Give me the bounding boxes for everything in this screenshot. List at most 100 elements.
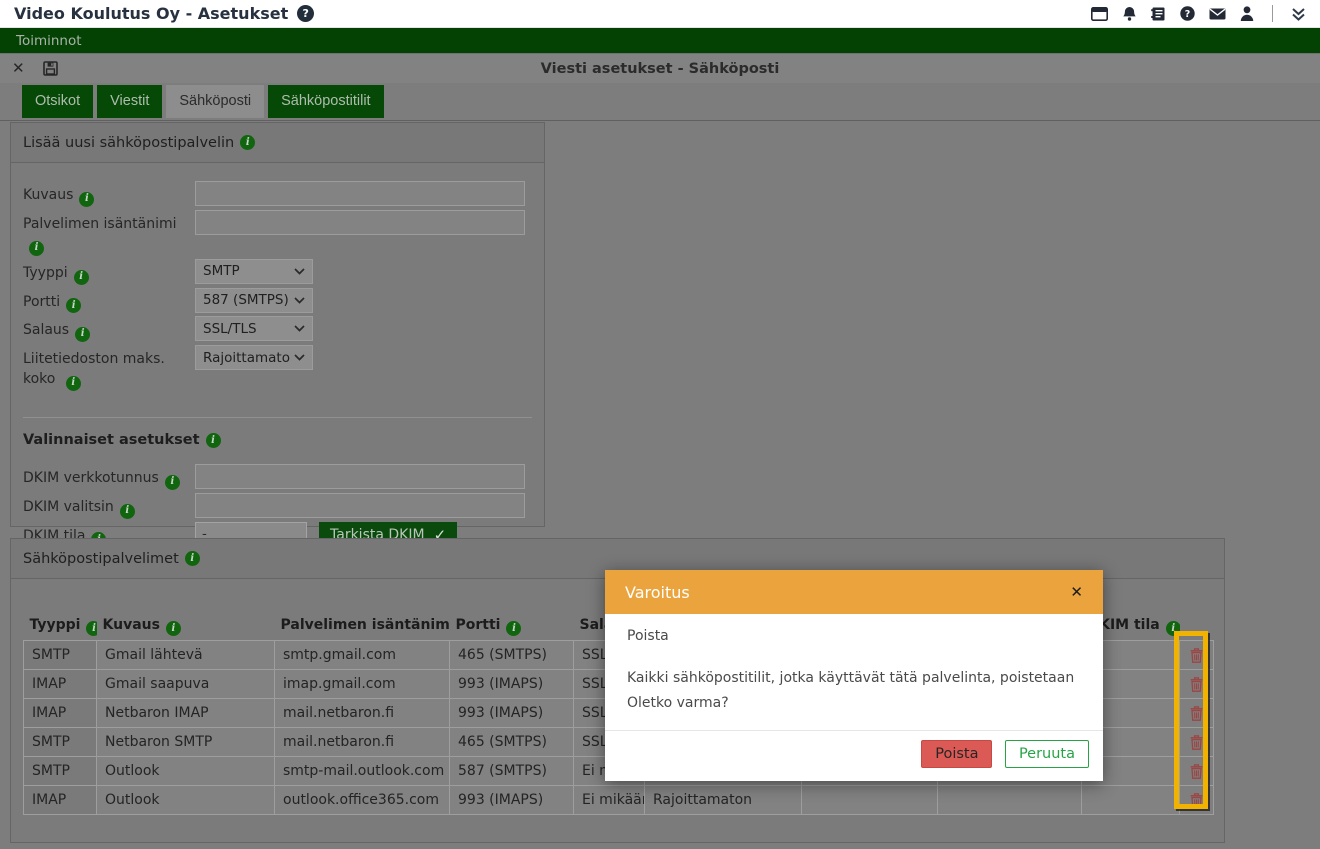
tab-otsikot[interactable]: Otsikot: [22, 85, 93, 118]
tab-viestit[interactable]: Viestit: [97, 85, 162, 118]
form-divider: [23, 417, 532, 418]
messages-envelope-icon[interactable]: [1209, 8, 1226, 20]
warning-dialog-body: Poista Kaikki sähköpostitilit, jotka käy…: [605, 614, 1103, 722]
cell-hostname: smtp.gmail.com: [275, 641, 450, 670]
settings-tabs: Otsikot Viestit Sähköposti Sähköpostitil…: [0, 83, 1320, 121]
info-icon[interactable]: i: [185, 551, 200, 566]
view-title: Viesti asetukset - Sähköposti: [0, 61, 1320, 77]
cell-col8: [938, 786, 1082, 815]
cell-portti: 993 (IMAPS): [450, 670, 574, 699]
cell-hostname: imap.gmail.com: [275, 670, 450, 699]
cell-kuvaus: Outlook: [97, 786, 275, 815]
info-icon[interactable]: i: [165, 475, 180, 490]
info-icon[interactable]: i: [66, 376, 81, 391]
info-icon[interactable]: i: [29, 241, 44, 256]
app-window: Video Koulutus Oy - Asetukset ? ? Toimin…: [0, 0, 1320, 849]
cell-tyyppi: IMAP: [24, 699, 97, 728]
cell-kuvaus: Netbaron IMAP: [97, 699, 275, 728]
cell-dkim-tila: [1082, 786, 1180, 815]
info-icon[interactable]: i: [1166, 621, 1180, 636]
hostname-input[interactable]: [195, 210, 525, 235]
table-row: IMAPOutlookoutlook.office365.com993 (IMA…: [24, 786, 1214, 815]
help-circle-icon[interactable]: ?: [1180, 6, 1195, 21]
confirm-delete-button[interactable]: Poista: [921, 740, 992, 768]
info-icon[interactable]: i: [86, 621, 96, 636]
dkim-domain-input[interactable]: [195, 464, 525, 489]
column-header-hostname: Palvelimen isäntänimii: [275, 613, 450, 641]
delete-server-icon[interactable]: [1180, 670, 1214, 699]
info-icon[interactable]: i: [506, 621, 521, 636]
title-help-icon[interactable]: ?: [297, 5, 314, 22]
cell-portti: 465 (SMTPS): [450, 728, 574, 757]
cell-kuvaus: Netbaron SMTP: [97, 728, 275, 757]
portti-select[interactable]: 587 (SMTPS): [195, 288, 313, 313]
info-icon[interactable]: i: [120, 504, 135, 519]
user-icon[interactable]: [1240, 6, 1254, 21]
kuvaus-input[interactable]: [195, 181, 525, 206]
maxsize-select[interactable]: Rajoittamaton: [195, 345, 313, 370]
delete-server-icon[interactable]: [1180, 786, 1214, 815]
cell-portti: 587 (SMTPS): [450, 757, 574, 786]
cancel-button[interactable]: Peruuta: [1005, 740, 1089, 768]
dialog-confirm-question: Oletko varma?: [627, 691, 1081, 716]
cell-tyyppi: IMAP: [24, 670, 97, 699]
cell-tyyppi: SMTP: [24, 728, 97, 757]
cell-tyyppi: SMTP: [24, 757, 97, 786]
tab-sahkopostitilit[interactable]: Sähköpostitilit: [268, 85, 383, 118]
menu-toiminnot[interactable]: Toiminnot: [16, 33, 82, 49]
info-icon[interactable]: i: [66, 298, 81, 313]
info-icon[interactable]: i: [206, 433, 221, 448]
notifications-bell-icon[interactable]: [1122, 6, 1137, 22]
cell-maxsize: Rajoittamaton: [645, 786, 802, 815]
hostname-label: Palvelimen isäntänimii: [23, 210, 195, 256]
cell-portti: 465 (SMTPS): [450, 641, 574, 670]
salaus-label: Salausi: [23, 316, 195, 342]
cell-kuvaus: Outlook: [97, 757, 275, 786]
cell-portti: 993 (IMAPS): [450, 699, 574, 728]
cell-hostname: outlook.office365.com: [275, 786, 450, 815]
column-header-portti: Porttii: [450, 613, 574, 641]
add-server-panel: Lisää uusi sähköpostipalvelin i Kuvausi …: [10, 122, 545, 527]
tyyppi-select[interactable]: SMTP: [195, 259, 313, 284]
info-icon[interactable]: i: [240, 135, 255, 150]
collapse-double-chevron-icon[interactable]: [1291, 7, 1306, 21]
delete-server-icon[interactable]: [1180, 699, 1214, 728]
tyyppi-label: Tyyppii: [23, 259, 195, 285]
svg-text:?: ?: [1185, 9, 1191, 20]
titlebar: Video Koulutus Oy - Asetukset ? ?: [0, 0, 1320, 28]
cell-tyyppi: SMTP: [24, 641, 97, 670]
info-icon[interactable]: i: [166, 621, 181, 636]
maxsize-label: Liitetiedoston maks. koko i: [23, 345, 195, 391]
salaus-select[interactable]: SSL/TLS: [195, 316, 313, 341]
titlebar-separator: [1272, 5, 1273, 22]
cell-hostname: mail.netbaron.fi: [275, 728, 450, 757]
kuvaus-label: Kuvausi: [23, 181, 195, 207]
delete-server-icon[interactable]: [1180, 728, 1214, 757]
portti-label: Porttii: [23, 288, 195, 314]
cell-col7: [802, 786, 938, 815]
delete-server-icon[interactable]: [1180, 641, 1214, 670]
menubar: Toiminnot: [0, 28, 1320, 53]
contacts-book-icon[interactable]: [1151, 7, 1166, 21]
info-icon[interactable]: i: [74, 270, 89, 285]
cell-portti: 993 (IMAPS): [450, 786, 574, 815]
tab-sahkoposti[interactable]: Sähköposti: [166, 85, 264, 118]
dkim-selector-label: DKIM valitsini: [23, 493, 195, 519]
warning-dialog-footer: Poista Peruuta: [605, 730, 1103, 781]
window-title: Video Koulutus Oy - Asetukset: [14, 4, 288, 23]
window-icon[interactable]: [1091, 7, 1108, 21]
info-icon[interactable]: i: [75, 327, 90, 342]
dialog-title: Varoitus: [625, 583, 690, 602]
cell-kuvaus: Gmail lähtevä: [97, 641, 275, 670]
dialog-close-icon[interactable]: ✕: [1070, 585, 1083, 600]
dialog-message: Kaikki sähköpostitilit, jotka käyttävät …: [627, 666, 1081, 691]
cell-salaus: Ei mikään: [574, 786, 645, 815]
cell-hostname: mail.netbaron.fi: [275, 699, 450, 728]
cell-tyyppi: IMAP: [24, 786, 97, 815]
cell-hostname: smtp-mail.outlook.com: [275, 757, 450, 786]
column-header-delete: [1180, 613, 1214, 641]
dkim-selector-input[interactable]: [195, 493, 525, 518]
delete-server-icon[interactable]: [1180, 757, 1214, 786]
info-icon[interactable]: i: [79, 192, 94, 207]
column-header-tyyppi: Tyyppii: [24, 613, 97, 641]
